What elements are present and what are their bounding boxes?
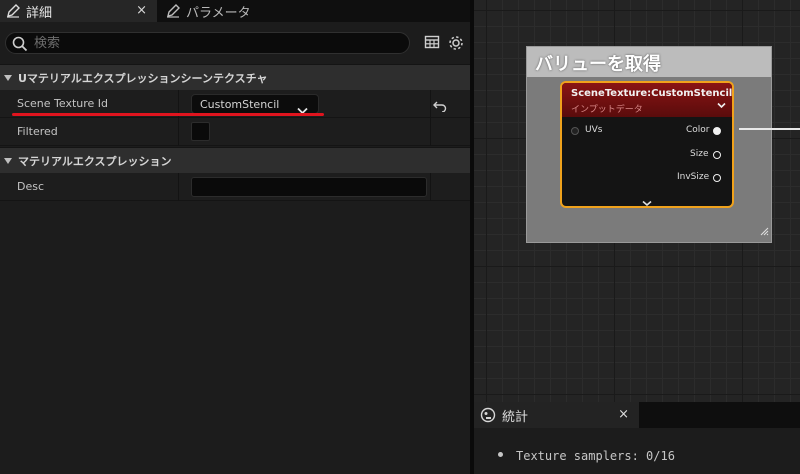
resize-handle-icon[interactable] — [759, 221, 769, 240]
property-label: Filtered — [17, 125, 58, 138]
details-panel: 詳細 × パラメータ Uマテリアルエクスプレッションシーンテクスチャ Scen — [0, 0, 470, 474]
tab-parameters[interactable]: パラメータ — [160, 0, 360, 22]
tab-stats[interactable]: 統計 × — [474, 402, 639, 428]
section-scene-texture-label: Uマテリアルエクスプレッションシーンテクスチャ — [18, 71, 268, 85]
collapse-arrow-icon[interactable] — [4, 157, 12, 164]
column-divider[interactable] — [178, 118, 179, 146]
column-divider — [430, 173, 431, 201]
stats-tab-bar: 統計 × — [474, 402, 800, 428]
section-material-expression[interactable]: マテリアルエクスプレッション — [0, 147, 470, 173]
property-label: Desc — [17, 180, 45, 193]
collapse-arrow-icon[interactable] — [4, 74, 12, 81]
property-label: Scene Texture Id — [17, 97, 109, 110]
settings-gear-icon[interactable] — [447, 34, 465, 52]
tab-details[interactable]: 詳細 × — [0, 0, 157, 22]
search-box[interactable] — [5, 32, 410, 54]
scene-texture-node[interactable]: SceneTexture:CustomStencil インプットデータ UVs … — [560, 81, 734, 208]
stats-icon — [480, 407, 496, 423]
chevron-down-icon[interactable] — [717, 94, 726, 113]
section-material-expression-label: マテリアルエクスプレッション — [18, 154, 172, 168]
search-icon — [12, 36, 28, 56]
pin-label-size: Size — [690, 149, 709, 159]
node-header[interactable]: SceneTexture:CustomStencil インプットデータ — [562, 83, 732, 117]
details-toolbar — [0, 30, 470, 58]
tab-stats-label: 統計 — [502, 409, 529, 425]
column-divider — [430, 118, 431, 146]
section-scene-texture[interactable]: Uマテリアルエクスプレッションシーンテクスチャ — [0, 64, 470, 90]
pin-label-uvs: UVs — [585, 125, 603, 135]
scene-texture-id-dropdown[interactable]: CustomStencil — [191, 94, 319, 115]
close-icon[interactable]: × — [136, 3, 147, 18]
bullet — [498, 452, 503, 457]
property-row-filtered: Filtered — [0, 118, 470, 146]
pencil-icon — [6, 4, 20, 18]
search-input[interactable] — [34, 35, 394, 52]
color-output-pin[interactable] — [713, 127, 721, 135]
comment-title-bar[interactable]: バリューを取得 — [527, 47, 771, 77]
size-output-pin[interactable] — [713, 151, 721, 159]
close-icon[interactable]: × — [618, 407, 629, 422]
property-matrix-icon[interactable] — [424, 34, 442, 52]
dropdown-value: CustomStencil — [200, 98, 280, 111]
filtered-checkbox[interactable] — [191, 122, 210, 141]
comment-title: バリューを取得 — [535, 54, 661, 75]
reset-to-default-icon[interactable] — [433, 97, 447, 116]
color-output-wire[interactable] — [739, 128, 800, 130]
pencil-icon — [166, 4, 180, 18]
details-tab-bar: 詳細 × パラメータ — [0, 0, 470, 22]
expand-chevron-icon[interactable] — [642, 192, 652, 206]
column-divider — [430, 90, 431, 118]
tab-details-label: 詳細 — [26, 5, 53, 21]
chevron-down-icon — [297, 100, 308, 119]
node-subtitle: インプットデータ — [571, 105, 643, 115]
pin-label-invsize: InvSize — [677, 172, 710, 182]
stats-body: Texture samplers: 0/16 — [474, 428, 800, 474]
invsize-output-pin[interactable] — [713, 174, 721, 182]
tab-parameters-label: パラメータ — [186, 5, 251, 21]
uvs-input-pin[interactable] — [571, 127, 579, 135]
pin-label-color: Color — [686, 125, 710, 135]
desc-text-field[interactable] — [191, 177, 427, 197]
stat-texture-samplers: Texture samplers: 0/16 — [516, 449, 675, 463]
highlight-underline — [12, 113, 324, 116]
column-divider[interactable] — [178, 173, 179, 201]
property-row-desc: Desc — [0, 173, 470, 201]
node-title: SceneTexture:CustomStencil — [571, 88, 733, 99]
